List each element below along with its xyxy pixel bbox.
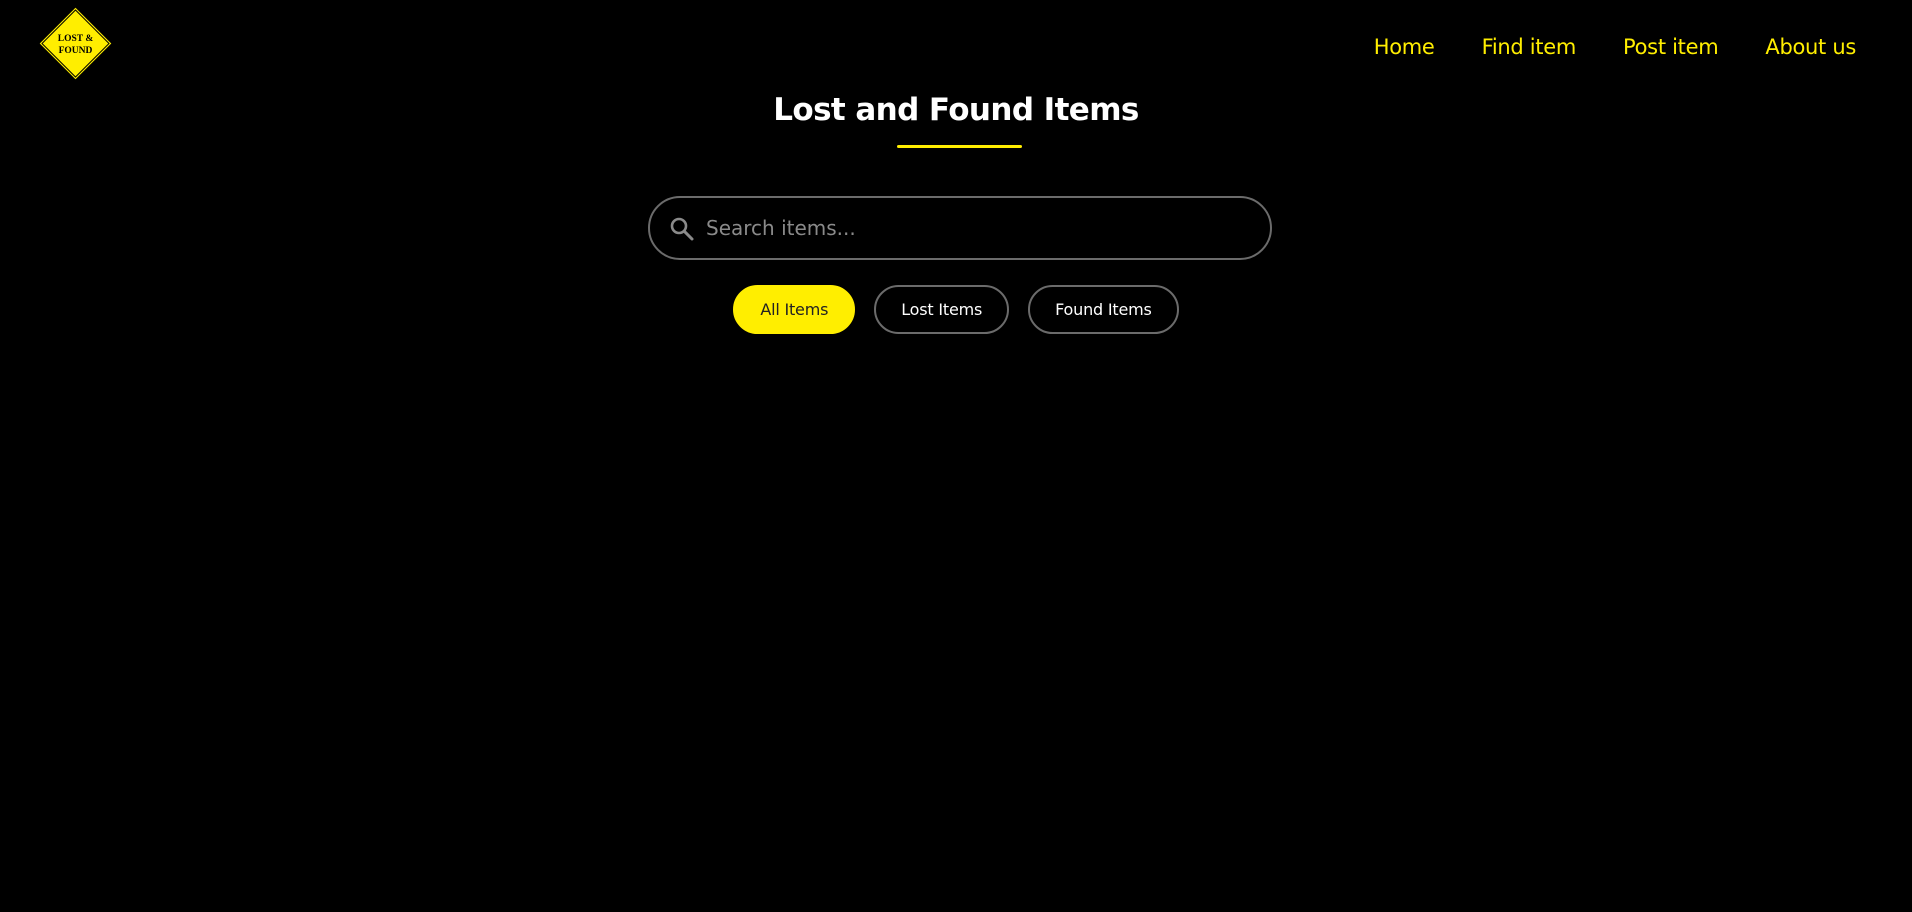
logo-text-line1: LOST &: [58, 34, 94, 44]
filter-found-items-button[interactable]: Found Items: [1028, 285, 1179, 334]
search-input[interactable]: [706, 198, 1246, 258]
filter-lost-items-button[interactable]: Lost Items: [874, 285, 1010, 334]
nav-link-post-item[interactable]: Post item: [1623, 32, 1719, 62]
nav-link-about-us[interactable]: About us: [1765, 32, 1856, 62]
logo[interactable]: LOST & FOUND: [38, 6, 113, 81]
filter-all-items-button[interactable]: All Items: [733, 285, 856, 334]
main-nav: Home Find item Post item About us: [1327, 32, 1857, 62]
nav-link-home[interactable]: Home: [1374, 32, 1435, 62]
page: LOST & FOUND Home Find item Post item Ab…: [0, 0, 1912, 912]
search-bar[interactable]: [648, 196, 1272, 260]
search-icon: [668, 215, 696, 243]
logo-text-line2: FOUND: [59, 46, 93, 56]
page-title: Lost and Found Items: [773, 92, 1139, 128]
nav-link-find-item[interactable]: Find item: [1482, 32, 1577, 62]
title-underline: [897, 145, 1022, 148]
filter-group: All Items Lost Items Found Items: [0, 285, 1912, 334]
lost-and-found-sign-icon: LOST & FOUND: [38, 6, 113, 81]
